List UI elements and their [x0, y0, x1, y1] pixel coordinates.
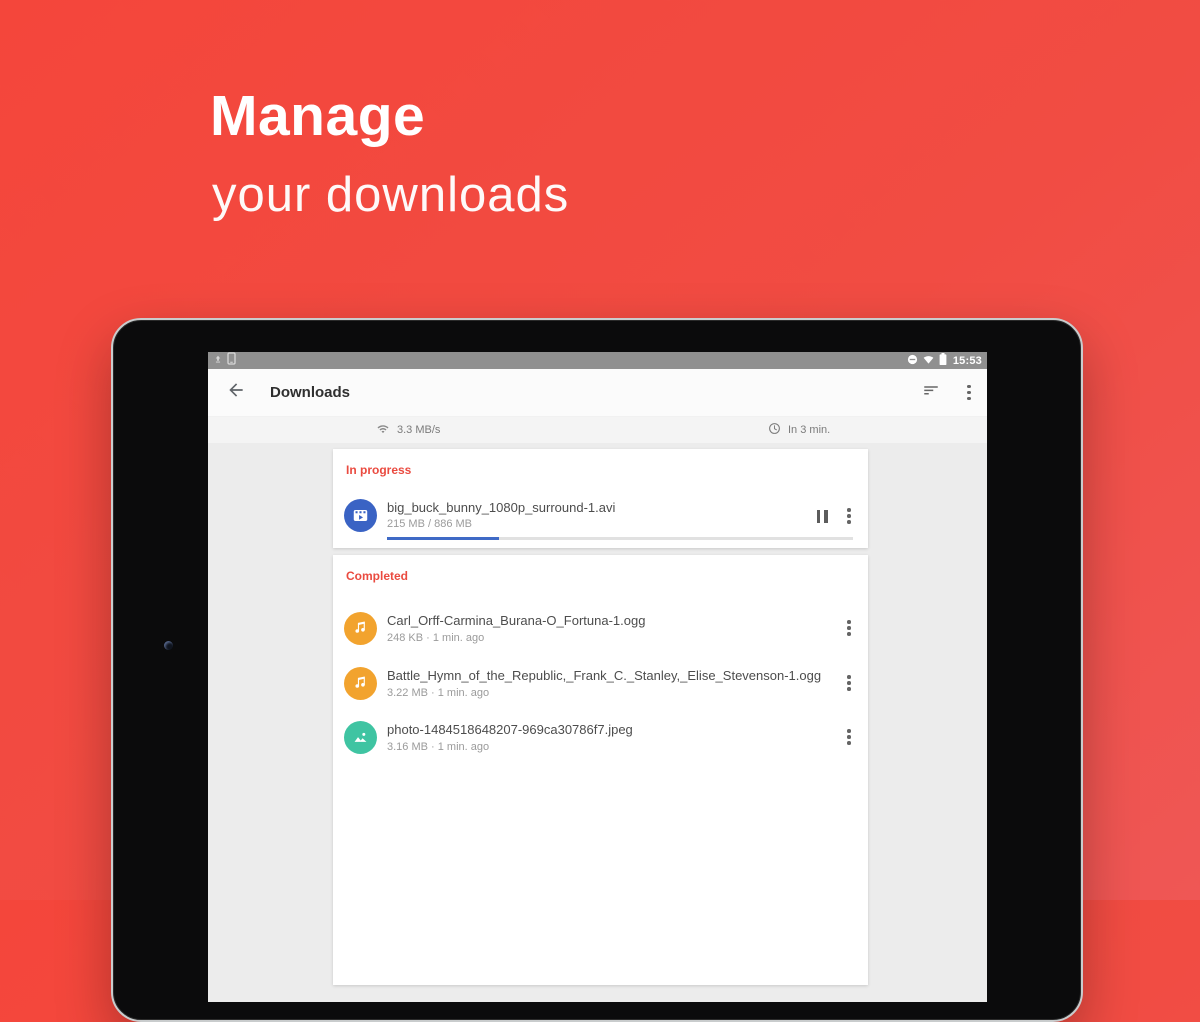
- app-toolbar: Downloads: [208, 369, 987, 417]
- wifi-icon: [376, 423, 390, 438]
- file-overflow-button[interactable]: [838, 615, 860, 641]
- download-status-row: 3.3 MB/s In 3 min.: [208, 417, 987, 444]
- download-eta: In 3 min.: [768, 417, 830, 443]
- completed-label: Completed: [346, 569, 408, 583]
- toolbar-overflow-button[interactable]: [957, 375, 981, 411]
- file-name: big_buck_bunny_1080p_surround-1.avi: [387, 500, 615, 515]
- hero-title: Manage: [210, 88, 569, 145]
- back-button[interactable]: [218, 375, 254, 411]
- file-overflow-button[interactable]: [838, 724, 860, 750]
- status-bar: 15:53: [208, 352, 987, 369]
- completed-card: Completed Carl_Orff-Carmina_Burana-O_: [333, 555, 868, 985]
- sort-button[interactable]: [919, 375, 943, 411]
- file-progress-size: 215 MB / 886 MB: [387, 518, 472, 530]
- video-file-icon: [344, 499, 377, 532]
- progress-bar: [387, 537, 853, 540]
- cards-column: In progress big_buck_bunny_1080p_surroun…: [333, 449, 868, 985]
- overflow-menu-icon: [847, 729, 851, 745]
- overflow-menu-icon: [847, 508, 851, 524]
- hero-subtitle: your downloads: [212, 171, 569, 220]
- wifi-status-icon: [922, 352, 935, 370]
- completed-file-row[interactable]: Carl_Orff-Carmina_Burana-O_Fortuna-1.ogg…: [333, 601, 868, 655]
- in-progress-card: In progress big_buck_bunny_1080p_surroun…: [333, 449, 868, 548]
- file-overflow-button[interactable]: [838, 670, 860, 696]
- audio-file-icon: [344, 612, 377, 645]
- back-arrow-icon: [226, 380, 246, 405]
- pause-icon: [817, 510, 828, 523]
- file-texts: Battle_Hymn_of_the_Republic,_Frank_C._St…: [387, 668, 838, 699]
- file-name: photo-1484518648207-969ca30786f7.jpeg: [387, 722, 838, 737]
- in-progress-label: In progress: [346, 463, 411, 477]
- overflow-menu-icon: [847, 675, 851, 691]
- file-texts: Carl_Orff-Carmina_Burana-O_Fortuna-1.ogg…: [387, 613, 838, 644]
- page-title: Downloads: [270, 384, 350, 401]
- download-speed-value: 3.3 MB/s: [397, 424, 440, 436]
- file-meta: 248 KB · 1 min. ago: [387, 632, 838, 644]
- device-status-icon: [227, 352, 236, 370]
- status-bar-right: 15:53: [907, 352, 982, 370]
- overflow-menu-icon: [967, 385, 971, 401]
- file-name: Battle_Hymn_of_the_Republic,_Frank_C._St…: [387, 668, 838, 683]
- hero-heading: Manage your downloads: [210, 88, 569, 220]
- clock-icon: [768, 422, 781, 438]
- battery-icon: [939, 352, 947, 370]
- progress-fill: [387, 537, 499, 540]
- overflow-menu-icon: [847, 620, 851, 636]
- upload-status-icon: [213, 352, 223, 370]
- file-meta: 3.16 MB · 1 min. ago: [387, 741, 838, 753]
- sort-icon: [922, 381, 940, 404]
- download-eta-value: In 3 min.: [788, 424, 830, 436]
- download-speed: 3.3 MB/s: [376, 417, 440, 443]
- file-overflow-button[interactable]: [838, 503, 860, 529]
- completed-file-row[interactable]: photo-1484518648207-969ca30786f7.jpeg 3.…: [333, 710, 868, 764]
- file-name: Carl_Orff-Carmina_Burana-O_Fortuna-1.ogg: [387, 613, 838, 628]
- front-camera: [164, 641, 173, 650]
- file-meta: 3.22 MB · 1 min. ago: [387, 687, 838, 699]
- tablet-screen: 15:53 Downloads: [208, 352, 987, 1002]
- downloads-list-area: In progress big_buck_bunny_1080p_surroun…: [208, 443, 987, 1002]
- tablet-device-frame: 15:53 Downloads: [111, 318, 1083, 1022]
- status-bar-clock: 15:53: [953, 355, 982, 367]
- audio-file-icon: [344, 667, 377, 700]
- image-file-icon: [344, 721, 377, 754]
- pause-button[interactable]: [809, 503, 835, 529]
- status-bar-left: [213, 352, 236, 370]
- file-texts: photo-1484518648207-969ca30786f7.jpeg 3.…: [387, 722, 838, 753]
- do-not-disturb-icon: [907, 352, 918, 370]
- completed-file-row[interactable]: Battle_Hymn_of_the_Republic,_Frank_C._St…: [333, 656, 868, 710]
